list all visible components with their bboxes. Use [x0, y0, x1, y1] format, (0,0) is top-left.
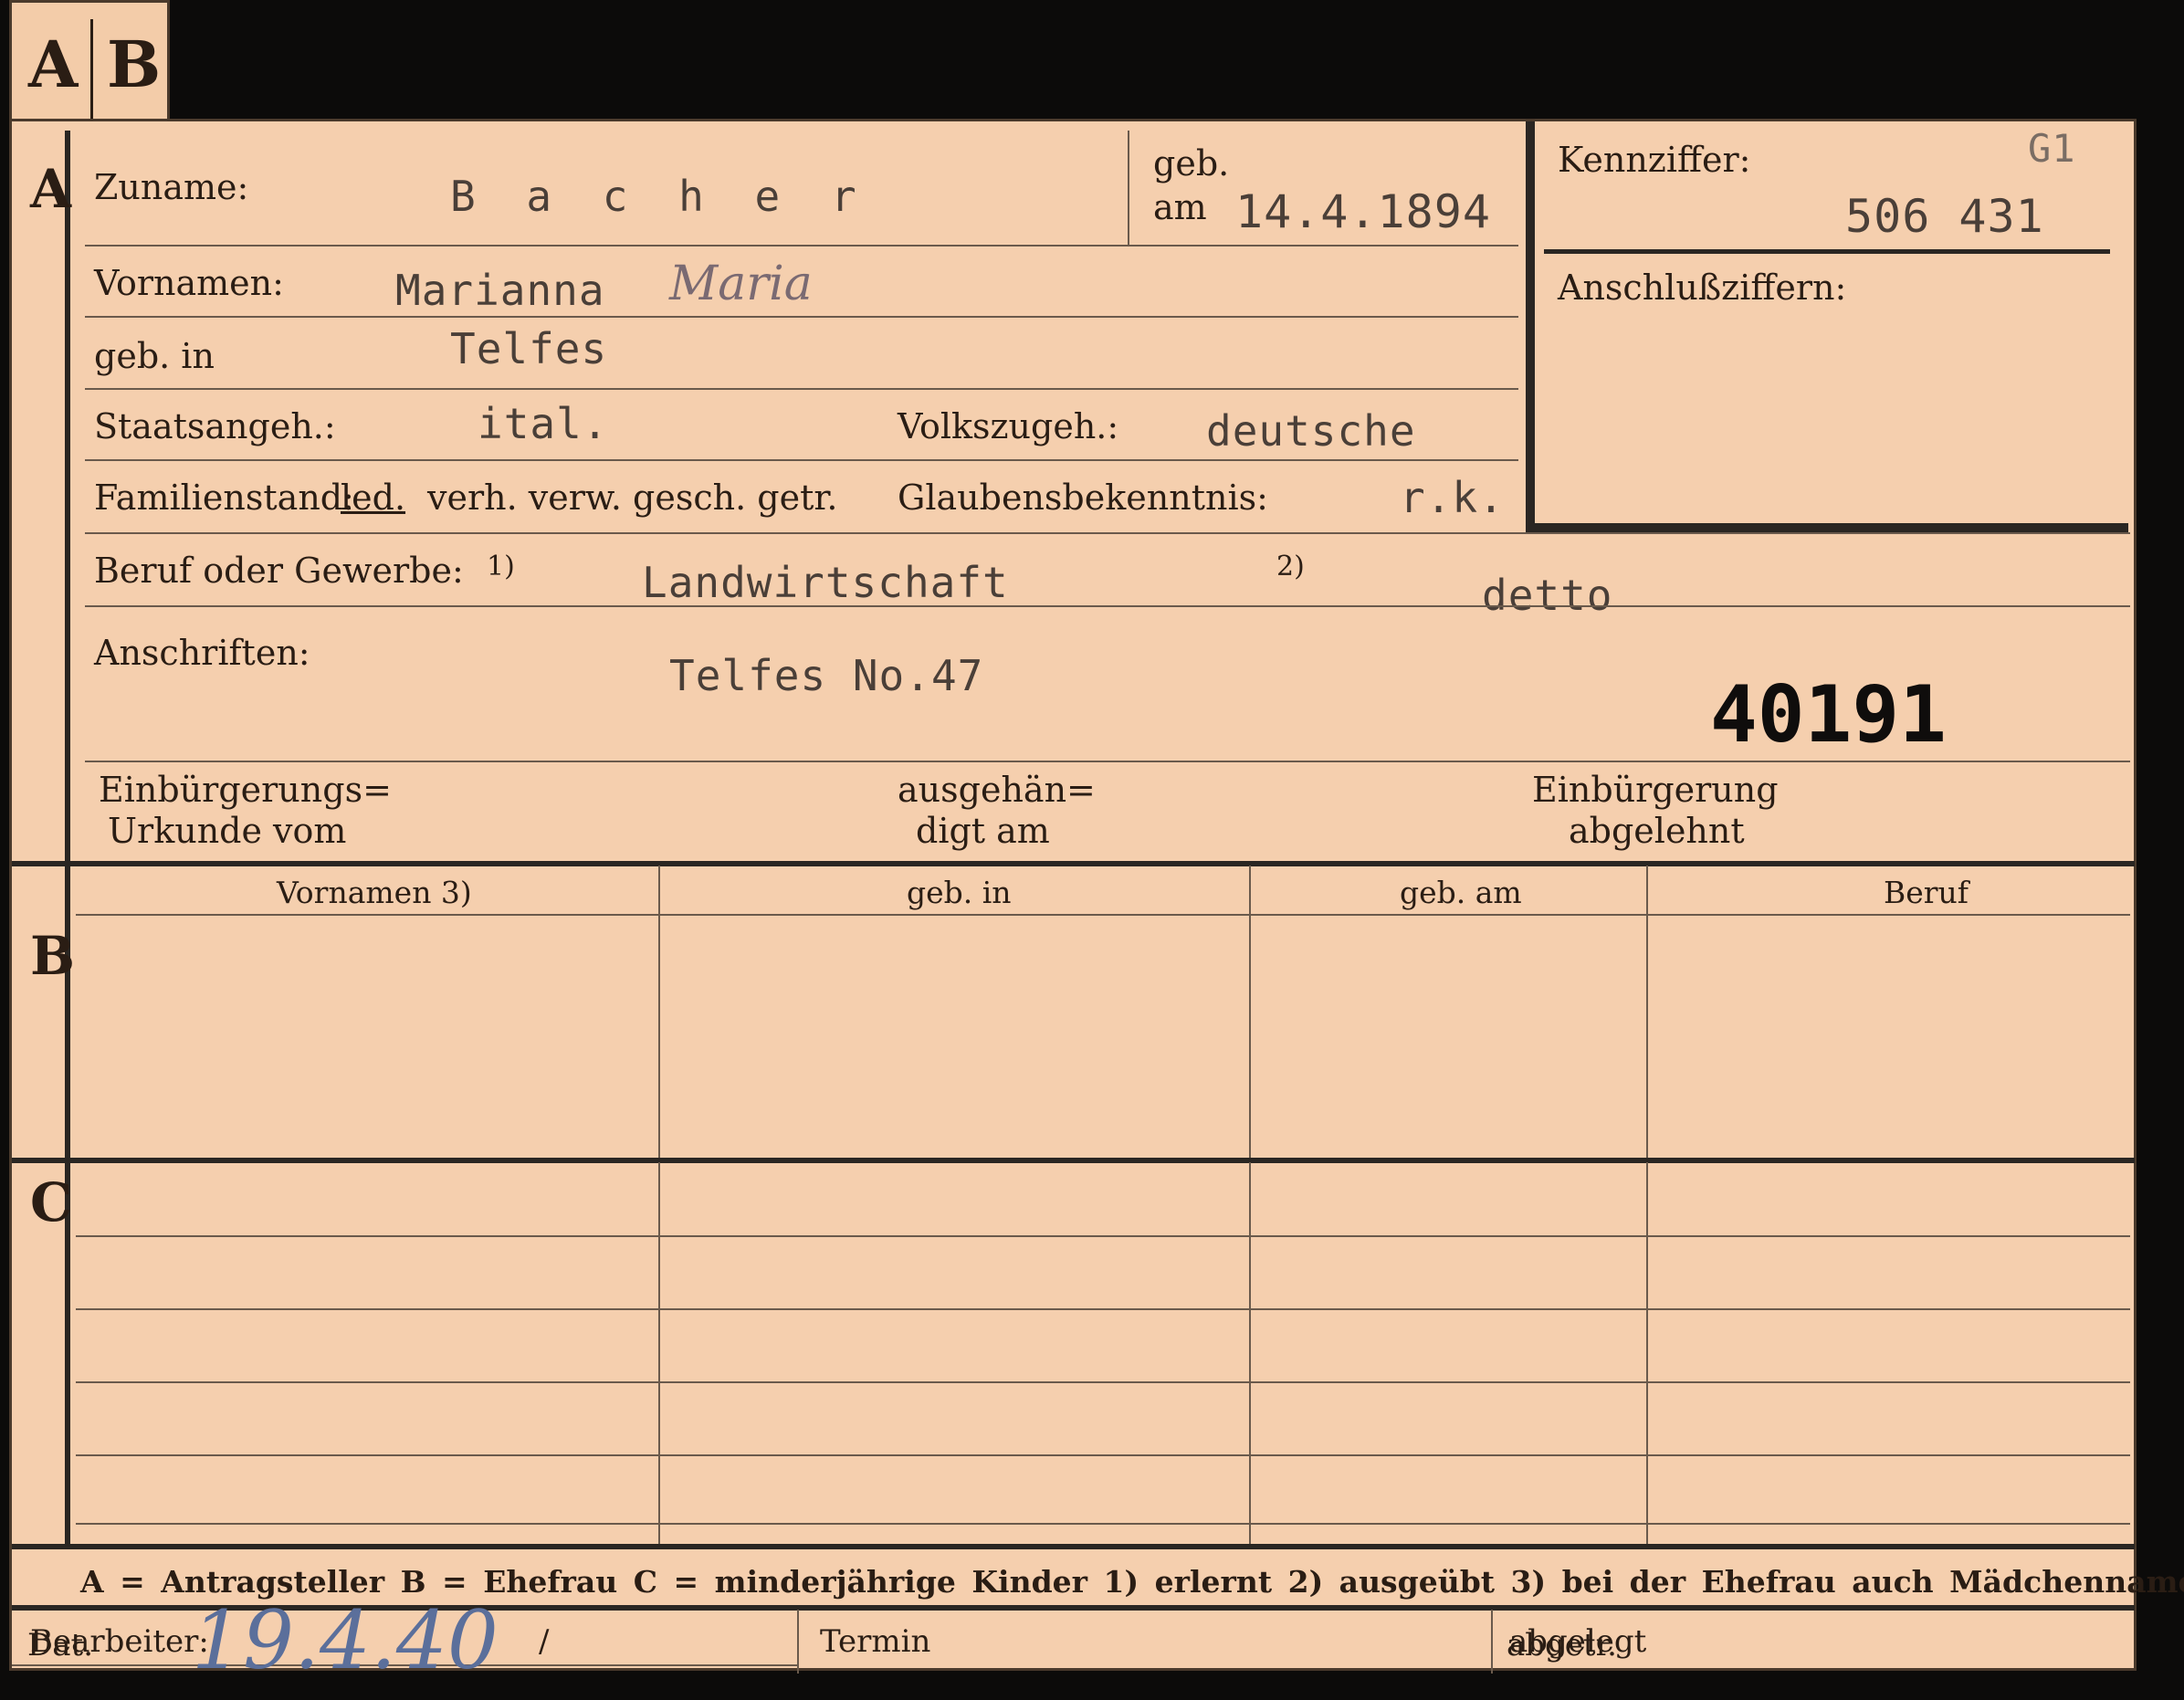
footer-row-rule [12, 1664, 797, 1666]
einb-urkunde-line1: Einbürgerungs= [99, 770, 392, 810]
header-rule [76, 914, 2130, 916]
geb-divider [1128, 131, 1129, 245]
beruf-value-1: Landwirtschaft [642, 558, 1009, 607]
vornamen-label: Vornamen: [94, 263, 284, 303]
section-b-top-rule [12, 861, 2135, 866]
beruf-value-2: detto [1482, 571, 1613, 620]
tab-divider [90, 19, 93, 120]
kennziffer-code: G1 [2028, 126, 2076, 171]
row-rule [85, 532, 2130, 534]
bearbeiter-label: Bearbeiter: [30, 1623, 209, 1660]
staatsangeh-value: ital. [478, 399, 609, 448]
col-vornamen: Vornamen 3) [277, 875, 472, 910]
gebin-value: Telfes [450, 324, 608, 373]
row-rule [85, 316, 1518, 318]
einb-abgelehnt-line2: abgelehnt [1569, 811, 1745, 851]
footer-divider [797, 1610, 799, 1674]
beruf-note-1: 1) [487, 551, 515, 582]
legend-top-rule [12, 1544, 2135, 1549]
anschriften-value: Telfes No.47 [669, 651, 984, 700]
beruf-label: Beruf oder Gewerbe: [94, 551, 464, 591]
col-gebam: geb. am [1400, 875, 1522, 910]
col-divider [1249, 1162, 1251, 1546]
row-rule [85, 605, 2130, 607]
col-beruf: Beruf [1884, 875, 1969, 910]
ausgehaendigt-line1: ausgehän= [898, 770, 1096, 810]
card-index-tab: A B [9, 0, 170, 124]
glauben-label: Glaubensbekenntnis: [898, 477, 1268, 518]
legend-text: A = Antragsteller B = Ehefrau C = minder… [80, 1564, 2184, 1600]
section-c-marker: C [30, 1171, 73, 1233]
familienstand-selected: led. [341, 477, 406, 518]
table-row-rule [76, 1381, 2130, 1383]
zuname-label: Zuname: [94, 167, 249, 207]
section-c-top-rule [12, 1158, 2135, 1163]
row-rule [85, 761, 2130, 762]
footer-divider [1491, 1610, 1493, 1674]
volkszugeh-value: deutsche [1206, 406, 1416, 456]
table-row-rule [76, 1235, 2130, 1237]
vornamen-value: Marianna [395, 266, 605, 315]
abgelegt-label: abgelegt [1509, 1623, 1647, 1660]
tab-letter-b: B [107, 26, 162, 102]
staatsangeh-label: Staatsangeh.: [94, 406, 336, 446]
einb-urkunde-line2: Urkunde vom [108, 811, 347, 851]
geb-label: geb. [1153, 143, 1230, 184]
footer-top-rule [12, 1605, 2135, 1611]
ausgehaendigt-line2: digt am [916, 811, 1050, 851]
col-divider [1646, 866, 1648, 1158]
table-row-rule [76, 1523, 2130, 1525]
tab-letter-a: A [28, 26, 79, 102]
volkszugeh-label: Volkszugeh.: [898, 406, 1119, 446]
anschriften-label: Anschriften: [94, 633, 310, 673]
section-a-marker: A [30, 158, 72, 220]
section-b-left-rule [65, 866, 70, 1158]
familienstand-options: verh. verw. gesch. getr. [427, 477, 838, 518]
familienstand-label: Familienstand: [94, 477, 354, 518]
col-gebin: geb. in [907, 875, 1012, 910]
kennziffer-label: Kennziffer: [1558, 140, 1751, 180]
col-divider [658, 1162, 660, 1546]
row-rule [85, 459, 1518, 461]
vornamen-handwritten: Maria [669, 257, 813, 311]
am-label: am [1153, 187, 1207, 227]
row-rule [85, 245, 1518, 247]
section-b-marker: B [30, 925, 76, 987]
beruf-note-2: 2) [1276, 551, 1305, 582]
termin-label: Termin [820, 1623, 931, 1660]
section-a-left-rule [65, 131, 70, 861]
table-row-rule [76, 1308, 2130, 1310]
col-divider [1249, 866, 1251, 1158]
kennziffer-box: Kennziffer: G1 506 431 Anschlußziffern: [1526, 121, 2128, 532]
kennziffer-number: 506 431 [1845, 190, 2044, 243]
col-divider [1646, 1162, 1648, 1546]
glauben-value: r.k. [1400, 473, 1505, 522]
kennziffer-rule [1544, 249, 2110, 254]
gebin-label: geb. in [94, 336, 215, 376]
stamp-number: 40191 [1710, 669, 1947, 761]
zuname-value: B a c h e r [450, 172, 869, 221]
anschlussziffern-label: Anschlußziffern: [1558, 268, 1847, 308]
einb-abgelehnt-line1: Einbürgerung [1532, 770, 1779, 810]
col-divider [658, 866, 660, 1158]
geb-date-value: 14.4.1894 [1235, 185, 1491, 238]
table-row-rule [76, 1454, 2130, 1456]
row-rule [85, 388, 1518, 390]
registration-card: A Zuname: B a c h e r geb. am 14.4.1894 … [9, 119, 2184, 1674]
